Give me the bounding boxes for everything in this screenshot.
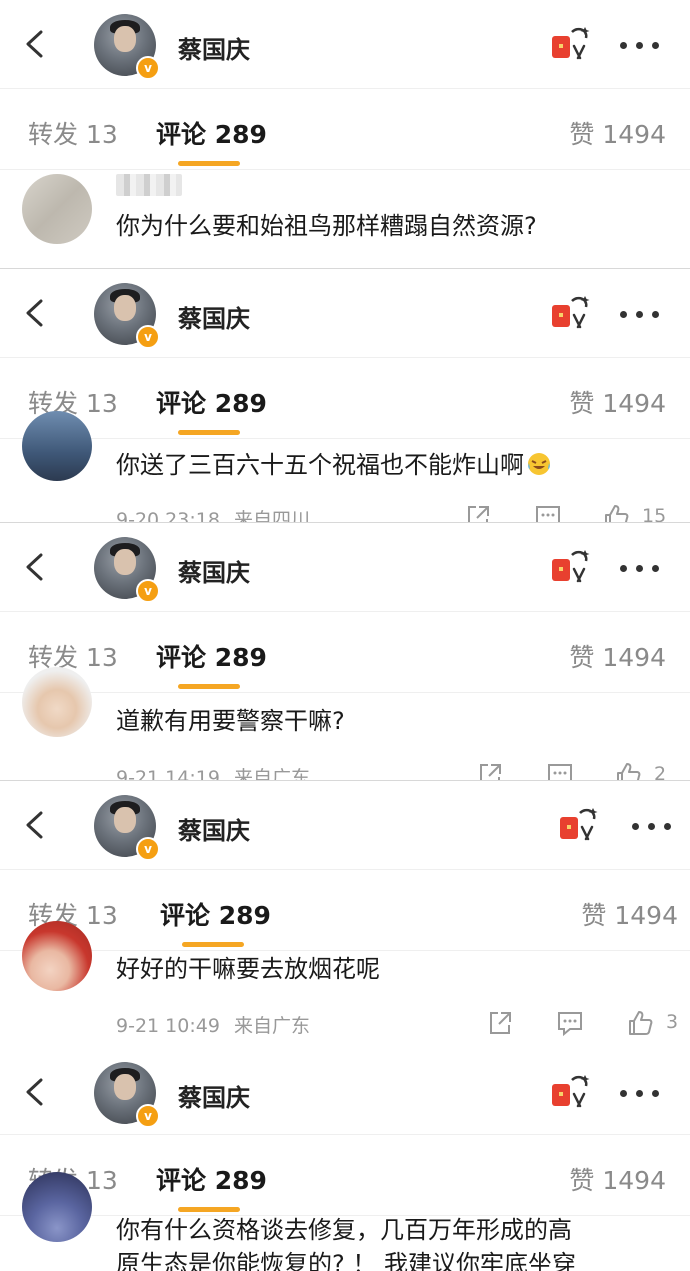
commenter-avatar[interactable]	[22, 921, 92, 991]
comment-icon[interactable]	[534, 503, 562, 523]
thumbs-up-icon[interactable]	[626, 1009, 654, 1037]
comment-text: 你送了三百六十五个祝福也不能炸山啊	[116, 447, 552, 483]
tab-bar: 转发 13 评论 289 赞 1494	[0, 88, 690, 170]
active-tab-indicator	[182, 942, 244, 947]
share-icon[interactable]	[476, 761, 504, 781]
tab-comment[interactable]: 评论 289	[156, 1161, 267, 1197]
commenter-avatar[interactable]	[22, 667, 92, 737]
comment-time: 9-20 23:18	[116, 509, 220, 523]
comment-item: 你为什么要和始祖鸟那样糟蹋自然资源?	[0, 170, 690, 268]
comment-meta: 9-20 23:18 来自四川	[116, 505, 310, 523]
comment-icon[interactable]	[546, 761, 574, 781]
like-count: 3	[666, 1011, 679, 1033]
tab-comment[interactable]: 评论 289	[156, 384, 267, 420]
comment-item: 你送了三百六十五个祝福也不能炸山啊 9-20 23:18 来自四川 15	[0, 411, 690, 523]
screenshot-panel-2: v 蔡国庆 转发 13 评论 289 赞 1494 你送了三百六十五个祝福也不能…	[0, 268, 690, 523]
red-envelope-icon[interactable]	[548, 293, 592, 333]
author-name[interactable]: 蔡国庆	[178, 1078, 250, 1113]
author-name[interactable]: 蔡国庆	[178, 553, 250, 588]
comment-text: 道歉有用要警察干嘛?	[116, 707, 345, 735]
comment-text: 好好的干嘛要去放烟花呢	[116, 955, 380, 983]
commenter-name-blurred	[116, 174, 182, 196]
verified-badge-icon: v	[136, 1104, 160, 1128]
tab-bar: 转发 13 评论 289 赞 1494	[0, 1134, 690, 1216]
tab-like[interactable]: 赞 1494	[581, 896, 678, 932]
red-envelope-icon[interactable]	[548, 1072, 592, 1112]
tab-comment[interactable]: 评论 289	[160, 896, 271, 932]
comment-text-line-1: 你有什么资格谈去修复，几百万年形成的高	[116, 1216, 572, 1244]
tab-repost[interactable]: 转发 13	[28, 638, 118, 674]
active-tab-indicator	[178, 684, 240, 689]
comment-location: 来自四川	[233, 509, 310, 523]
comment-meta: 9-21 14:19 来自广东	[116, 763, 310, 781]
verified-badge-icon: v	[136, 56, 160, 80]
back-arrow-icon[interactable]	[22, 299, 50, 327]
thumbs-up-icon[interactable]	[602, 503, 630, 523]
top-bar: v 蔡国庆	[0, 0, 690, 88]
tab-like[interactable]: 赞 1494	[569, 384, 666, 420]
top-bar: v 蔡国庆	[0, 781, 690, 869]
tab-bar: 转发 13 评论 289 赞 1494	[0, 357, 690, 439]
laughing-crying-emoji	[528, 453, 550, 475]
tab-repost[interactable]: 转发 13	[28, 115, 118, 151]
red-envelope-icon[interactable]	[548, 24, 592, 64]
tab-comment[interactable]: 评论 289	[156, 638, 267, 674]
comment-location: 来自广东	[233, 1015, 310, 1037]
back-arrow-icon[interactable]	[22, 553, 50, 581]
author-name[interactable]: 蔡国庆	[178, 811, 250, 846]
screenshot-panel-5: v 蔡国庆 转发 13 评论 289 赞 1494 你有什么资格谈去修复，几百万…	[0, 1042, 690, 1271]
tab-comment[interactable]: 评论 289	[156, 115, 267, 151]
back-arrow-icon[interactable]	[22, 30, 50, 58]
comment-text-line-2: 原生态是你能恢复的? ！ 我建议你牢底坐穿	[116, 1250, 576, 1271]
verified-badge-icon: v	[136, 325, 160, 349]
tab-like[interactable]: 赞 1494	[569, 638, 666, 674]
red-envelope-icon[interactable]	[548, 547, 592, 587]
thumbs-up-icon[interactable]	[614, 761, 642, 781]
comment-time: 9-21 14:19	[116, 767, 220, 781]
share-icon[interactable]	[464, 503, 492, 523]
commenter-avatar[interactable]	[22, 1172, 92, 1242]
comment-time: 9-21 10:49	[116, 1015, 220, 1037]
red-envelope-icon[interactable]	[556, 805, 600, 845]
top-bar: v 蔡国庆	[0, 1042, 690, 1134]
more-icon[interactable]	[620, 1090, 660, 1098]
share-icon[interactable]	[486, 1009, 514, 1037]
verified-badge-icon: v	[136, 837, 160, 861]
more-icon[interactable]	[632, 823, 672, 831]
top-bar: v 蔡国庆	[0, 523, 690, 611]
more-icon[interactable]	[620, 565, 660, 573]
author-name[interactable]: 蔡国庆	[178, 299, 250, 334]
active-tab-indicator	[178, 430, 240, 435]
more-icon[interactable]	[620, 311, 660, 319]
like-count: 2	[654, 763, 667, 781]
active-tab-indicator	[178, 161, 240, 166]
top-bar: v 蔡国庆	[0, 269, 690, 357]
comment-meta: 9-21 10:49 来自广东	[116, 1011, 310, 1038]
back-arrow-icon[interactable]	[22, 811, 50, 839]
screenshot-panel-4: v 蔡国庆 转发 13 评论 289 赞 1494 好好的干嘛要去放烟花呢 9-…	[0, 780, 690, 1043]
tab-like[interactable]: 赞 1494	[569, 1161, 666, 1197]
comment-text: 你为什么要和始祖鸟那样糟蹋自然资源?	[116, 212, 537, 240]
comment-text-body: 你送了三百六十五个祝福也不能炸山啊	[116, 451, 524, 479]
commenter-avatar[interactable]	[22, 174, 92, 244]
verified-badge-icon: v	[136, 579, 160, 603]
tab-like[interactable]: 赞 1494	[569, 115, 666, 151]
comment-icon[interactable]	[556, 1009, 584, 1037]
screenshot-panel-3: v 蔡国庆 转发 13 评论 289 赞 1494 道歉有用要警察干嘛? 9-2…	[0, 522, 690, 781]
comment-item: 好好的干嘛要去放烟花呢 9-21 10:49 来自广东 3	[0, 921, 690, 1043]
tab-bar: 转发 13 评论 289 赞 1494	[0, 869, 690, 951]
comment-item: 道歉有用要警察干嘛? 9-21 14:19 来自广东 2	[0, 667, 690, 781]
like-count: 15	[642, 505, 667, 523]
screenshot-panel-1: v 蔡国庆 转发 13 评论 289 赞 1494 你为什么要和始祖鸟那样糟蹋自…	[0, 0, 690, 268]
commenter-avatar[interactable]	[22, 411, 92, 481]
comment-location: 来自广东	[233, 767, 310, 781]
more-icon[interactable]	[620, 42, 660, 50]
author-name[interactable]: 蔡国庆	[178, 30, 250, 65]
back-arrow-icon[interactable]	[22, 1078, 50, 1106]
tab-bar: 转发 13 评论 289 赞 1494	[0, 611, 690, 693]
comment-item: 你有什么资格谈去修复，几百万年形成的高 原生态是你能恢复的? ！ 我建议你牢底坐…	[0, 1172, 690, 1271]
